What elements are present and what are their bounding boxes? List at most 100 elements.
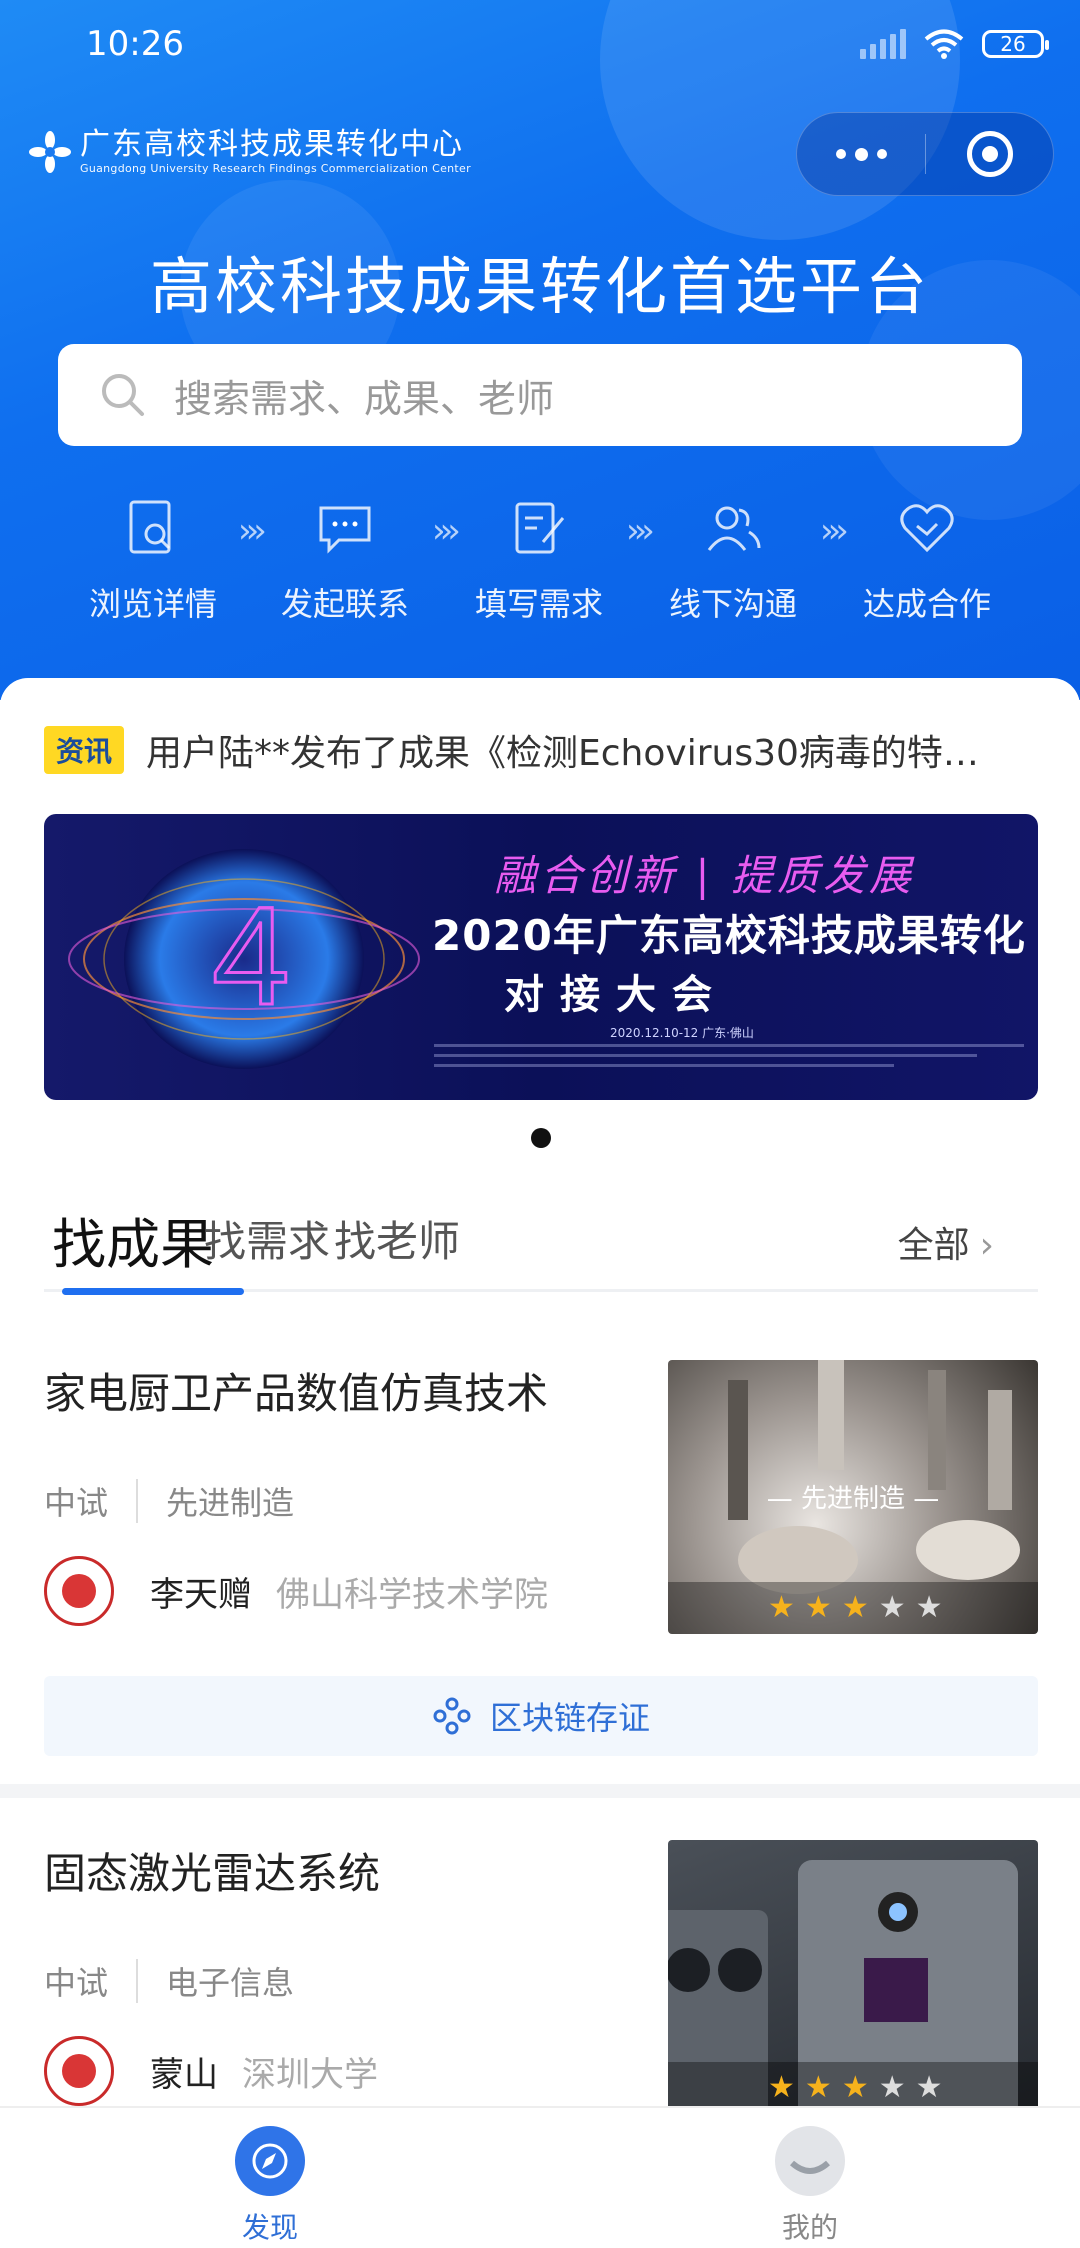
banner-date: 2020.12.10-12 广东·佛山 bbox=[610, 1026, 754, 1040]
bottom-navigation: 发现 我的 bbox=[0, 2106, 1080, 2248]
author-org: 深圳大学 bbox=[242, 2054, 378, 2095]
star-empty-icon: ★ bbox=[878, 2070, 906, 2105]
nav-profile[interactable]: 我的 bbox=[710, 2126, 910, 2246]
hero-title: 高校科技成果转化首选平台 bbox=[149, 250, 930, 323]
step-label: 达成合作 bbox=[862, 585, 991, 623]
miniprogram-capsule bbox=[796, 112, 1054, 196]
star-empty-icon: ★ bbox=[878, 1590, 906, 1625]
author-name: 李天赠 bbox=[150, 1574, 252, 1615]
nav-label: 我的 bbox=[781, 2211, 838, 2244]
blockchain-icon bbox=[433, 1697, 471, 1735]
result-stage: 中试 bbox=[44, 1484, 109, 1522]
tab-find-results[interactable]: 找成果 bbox=[52, 1200, 214, 1279]
result-stage: 中试 bbox=[44, 1964, 109, 2002]
step-label: 浏览详情 bbox=[88, 585, 217, 623]
rating-stars: ★ ★ ★ ★ ★ bbox=[668, 1582, 1038, 1634]
nav-label: 发现 bbox=[241, 2211, 298, 2244]
news-ticker[interactable]: 资讯 用户陆**发布了成果《检测Echovirus30病毒的特… bbox=[44, 722, 1044, 778]
star-filled-icon: ★ bbox=[841, 2070, 869, 2105]
banner-title: 2020年广东高校科技成果转化 bbox=[432, 911, 1026, 960]
result-title: 固态激光雷达系统 bbox=[44, 1849, 381, 1898]
blockchain-label: 区块链存证 bbox=[489, 1699, 650, 1737]
star-filled-icon: ★ bbox=[768, 2070, 795, 2105]
step-label: 填写需求 bbox=[474, 585, 603, 623]
result-thumbnail: — 先进制造 — ★ ★ ★ ★ ★ bbox=[668, 1360, 1038, 1634]
blockchain-certificate-button[interactable]: 区块链存证 bbox=[44, 1676, 1038, 1756]
chat-bubble-icon bbox=[319, 506, 371, 554]
star-filled-icon: ★ bbox=[768, 1590, 795, 1625]
view-all-label: 全部 bbox=[897, 1225, 970, 1266]
tab-find-teachers[interactable]: 找老师 bbox=[334, 1208, 460, 1269]
carousel-indicator[interactable] bbox=[531, 1128, 551, 1148]
logo-en-text: Guangdong University Research Findings C… bbox=[80, 162, 471, 175]
star-filled-icon: ★ bbox=[841, 1590, 869, 1625]
step-cooperate[interactable]: 达成合作 bbox=[852, 495, 1002, 625]
category-tabs: 找成果 找需求 找老师 全部 › bbox=[44, 1200, 1038, 1295]
news-text: 用户陆**发布了成果《检测Echovirus30病毒的特… bbox=[146, 733, 979, 774]
search-icon bbox=[102, 374, 144, 416]
university-logo-icon bbox=[44, 2036, 114, 2106]
university-logo-icon bbox=[44, 1556, 114, 1626]
author-org: 佛山科学技术学院 bbox=[276, 1574, 548, 1615]
main-content: 资讯 用户陆**发布了成果《检测Echovirus30病毒的特… 4 融合创新 … bbox=[0, 678, 1080, 2114]
step-offline[interactable]: 线下沟通 bbox=[658, 495, 808, 625]
result-tags: 中试 电子信息 bbox=[44, 1958, 294, 2004]
step-label: 发起联系 bbox=[280, 585, 409, 623]
target-icon bbox=[966, 131, 1013, 177]
step-label: 线下沟通 bbox=[668, 585, 797, 623]
step-arrow-icon: ››› bbox=[820, 511, 849, 551]
active-tab-indicator bbox=[62, 1288, 244, 1295]
tag-divider bbox=[136, 1959, 139, 2003]
section-divider bbox=[0, 1784, 1080, 1798]
banner-fine-print bbox=[434, 1044, 1024, 1084]
result-thumbnail: ★ ★ ★ ★ ★ bbox=[668, 1840, 1038, 2114]
battery-level: 26 bbox=[1000, 32, 1026, 56]
star-empty-icon: ★ bbox=[915, 2070, 943, 2105]
chevron-right-icon: › bbox=[979, 1225, 994, 1266]
star-empty-icon: ★ bbox=[915, 1590, 943, 1625]
logo-cn-text: 广东高校科技成果转化中心 bbox=[80, 127, 464, 162]
step-arrow-icon: ››› bbox=[432, 511, 461, 551]
result-author: 李天赠 佛山科学技术学院 bbox=[44, 1556, 548, 1626]
search-placeholder: 搜索需求、成果、老师 bbox=[174, 376, 555, 421]
compass-icon bbox=[235, 2126, 305, 2196]
news-badge: 资讯 bbox=[44, 726, 125, 774]
star-filled-icon: ★ bbox=[804, 2070, 832, 2105]
step-fill-form[interactable]: 填写需求 bbox=[464, 495, 614, 625]
edit-form-icon bbox=[515, 502, 565, 554]
thumbnail-category: — 先进制造 — bbox=[766, 1484, 940, 1514]
battery-icon: 26 bbox=[982, 30, 1049, 58]
svg-text:4: 4 bbox=[212, 877, 290, 1034]
result-category: 先进制造 bbox=[166, 1484, 295, 1522]
status-bar: 10:26 26 bbox=[0, 0, 1080, 95]
hero-header: 10:26 26 广东高校科技成果转化中心 Guangdong Universi… bbox=[0, 0, 1080, 700]
document-search-icon bbox=[129, 500, 171, 554]
promo-banner[interactable]: 4 融合创新 | 提质发展 2020年广东高校科技成果转化 对接大会 2020.… bbox=[44, 814, 1038, 1100]
more-menu-button[interactable] bbox=[797, 113, 925, 195]
step-browse[interactable]: 浏览详情 bbox=[78, 495, 228, 625]
nav-discover[interactable]: 发现 bbox=[170, 2126, 370, 2246]
signal-icon bbox=[860, 29, 906, 59]
banner-slogan: 融合创新 | 提质发展 bbox=[494, 851, 915, 900]
wifi-icon bbox=[924, 29, 964, 59]
result-title: 家电厨卫产品数值仿真技术 bbox=[44, 1369, 549, 1418]
result-category: 电子信息 bbox=[166, 1964, 295, 2002]
view-all-link[interactable]: 全部 › bbox=[898, 1216, 994, 1268]
users-icon bbox=[707, 506, 761, 551]
process-steps: 浏览详情 ››› 发起联系 ››› 填写需求 ››› 线下沟通 ››› 达成合作 bbox=[60, 495, 1020, 625]
banner-swirl-graphic: 4 bbox=[68, 849, 420, 1069]
step-arrow-icon: ››› bbox=[626, 511, 655, 551]
search-input[interactable]: 搜索需求、成果、老师 bbox=[58, 344, 1022, 446]
tag-divider bbox=[136, 1479, 139, 1523]
close-miniprogram-button[interactable] bbox=[926, 131, 1053, 177]
step-contact[interactable]: 发起联系 bbox=[270, 495, 420, 625]
tab-find-demands[interactable]: 找需求 bbox=[204, 1208, 330, 1269]
flower-logo-icon bbox=[29, 131, 71, 173]
result-author: 蒙山 深圳大学 bbox=[44, 2036, 378, 2106]
star-filled-icon: ★ bbox=[804, 1590, 832, 1625]
brand-logo: 广东高校科技成果转化中心 Guangdong University Resear… bbox=[28, 128, 471, 176]
step-arrow-icon: ››› bbox=[238, 511, 267, 551]
banner-subtitle: 对接大会 bbox=[504, 972, 728, 1018]
status-icons: 26 bbox=[860, 28, 1049, 60]
author-name: 蒙山 bbox=[150, 2054, 218, 2095]
